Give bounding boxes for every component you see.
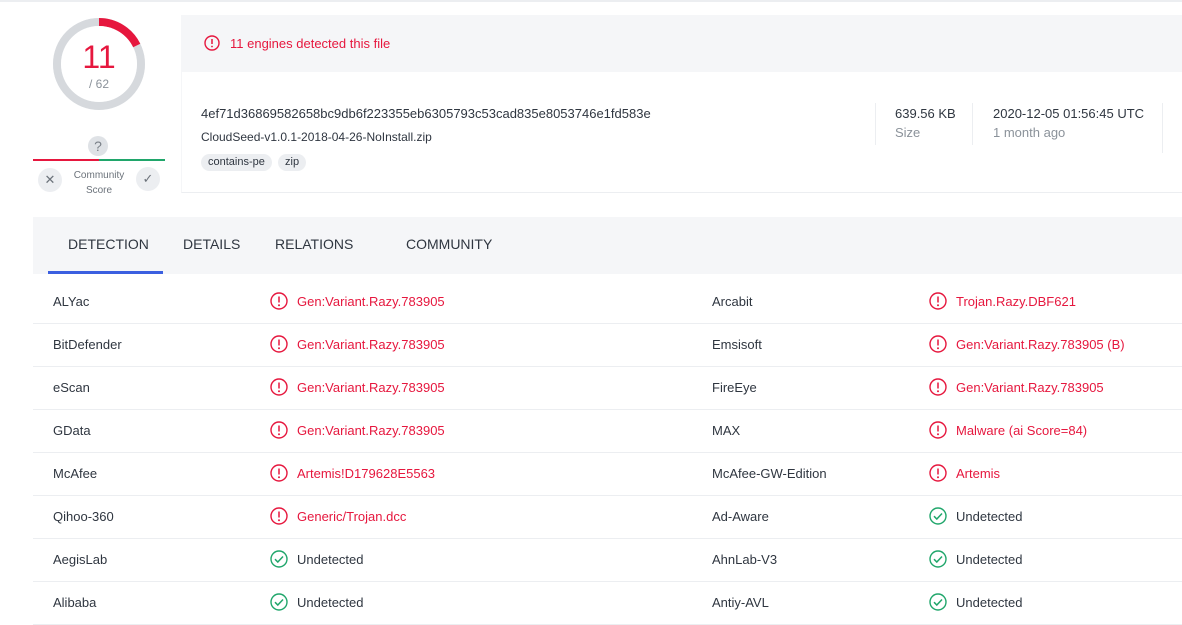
alert-circle-icon [270,292,288,310]
file-size-label: Size [895,125,921,140]
engine-name: Emsisoft [712,337,762,352]
file-tag-contains-pe[interactable]: contains-pe [201,154,272,171]
tab-community[interactable]: COMMUNITY [406,236,492,252]
table-row: eScan Gen:Variant.Razy.783905 FireEye Gen:V… [33,366,1182,410]
engine-name: FireEye [712,380,757,395]
detection-result: Undetected [956,509,1023,524]
vote-harmless-button[interactable]: ✓ [136,167,160,191]
detection-result: Gen:Variant.Razy.783905 [297,423,445,438]
detection-result: Undetected [297,552,364,567]
active-tab-indicator [48,271,163,274]
engine-name: eScan [53,380,90,395]
alert-circle-icon [270,378,288,396]
detection-result: Gen:Variant.Razy.783905 [956,380,1104,395]
community-score-label-line1: Community [73,170,125,181]
tab-relations[interactable]: RELATIONS [275,236,353,252]
detection-result: Artemis [956,466,1001,481]
engine-name: McAfee-GW-Edition [712,466,827,481]
detection-result: Undetected [956,595,1023,610]
detection-result: Gen:Variant.Razy.783905 [297,294,445,309]
engine-name: GData [53,423,91,438]
info-divider [1162,103,1163,153]
alert-text: 11 engines detected this file [230,36,391,51]
file-size-value: 639.56 KB [895,106,956,121]
tab-details[interactable]: DETAILS [183,236,240,252]
engine-name: MAX [712,423,741,438]
info-divider [972,103,973,145]
detection-result: Gen:Variant.Razy.783905 [297,380,445,395]
table-row: AegisLab Undetected AhnLab-V3 Undetected [33,538,1182,582]
engine-name: Antiy-AVL [712,595,769,610]
scan-date-value: 2020-12-05 01:56:45 UTC [993,106,1145,121]
engine-name: AegisLab [53,552,108,567]
engine-name: BitDefender [53,337,122,352]
alert-circle-icon [270,335,288,353]
file-hash[interactable]: 4ef71d36869582658bc9db6f223355eb6305793c… [201,106,651,121]
table-row: McAfee Artemis!D179628E5563 McAfee-GW-Edit… [33,452,1182,496]
community-bar-positive [99,159,165,161]
engine-name: McAfee [53,466,98,481]
detection-result: Undetected [297,595,364,610]
check-circle-icon [929,593,947,611]
table-row: BitDefender Gen:Variant.Razy.783905 Emsiso… [33,323,1182,367]
engine-name: ALYac [53,294,90,309]
detection-result: Undetected [956,552,1023,567]
question-icon: ? [88,136,108,156]
check-circle-icon [929,507,947,525]
alert-circle-icon [270,464,288,482]
detection-score-ring: 11 / 62 [48,13,150,115]
info-divider [875,103,876,145]
engine-name: Ad-Aware [712,509,769,524]
detection-result: Gen:Variant.Razy.783905 [297,337,445,352]
engine-name: Arcabit [712,294,753,309]
vote-malicious-button[interactable]: ✕ [38,168,62,192]
community-score-label: Community Score [64,168,134,198]
check-circle-icon [270,593,288,611]
table-row: ALYac Gen:Variant.Razy.783905 Arcabit Troja… [33,280,1182,324]
file-name: CloudSeed-v1.0.1-2018-04-26-NoInstall.zi… [201,130,432,144]
detection-result: Gen:Variant.Razy.783905 (B) [956,337,1125,352]
community-bar-negative [33,159,99,161]
table-row: GData Gen:Variant.Razy.783905 MAX Malware (… [33,409,1182,453]
alert-circle-icon [270,507,288,525]
detection-result: Malware (ai Score=84) [956,423,1088,438]
engine-name: Alibaba [53,595,97,610]
engine-name: AhnLab-V3 [712,552,778,567]
tab-detection[interactable]: DETECTION [68,236,149,252]
engine-name: Qihoo-360 [53,509,114,524]
alert-circle-icon [929,464,947,482]
alert-circle-icon [204,35,220,51]
alert-circle-icon [929,421,947,439]
detection-result: Artemis!D179628E5563 [297,466,436,481]
scan-date-relative: 1 month ago [993,125,1066,140]
detected-count: 11 [82,39,116,75]
alert-circle-icon [929,378,947,396]
table-row: Alibaba Undetected Antiy-AVL Undetected [33,581,1182,625]
top-divider [0,0,1182,2]
alert-circle-icon [929,335,947,353]
community-score-label-line2: Score [85,185,113,196]
alert-circle-icon [270,421,288,439]
table-row: Qihoo-360 Generic/Trojan.dcc Ad-Aware Undet… [33,495,1182,539]
check-circle-icon [929,550,947,568]
file-tag-zip[interactable]: zip [278,154,307,171]
detection-result: Generic/Trojan.dcc [297,509,407,524]
detection-result: Trojan.Razy.DBF621 [956,294,1076,309]
total-engines: / 62 [88,77,109,91]
alert-circle-icon [929,292,947,310]
check-circle-icon [270,550,288,568]
